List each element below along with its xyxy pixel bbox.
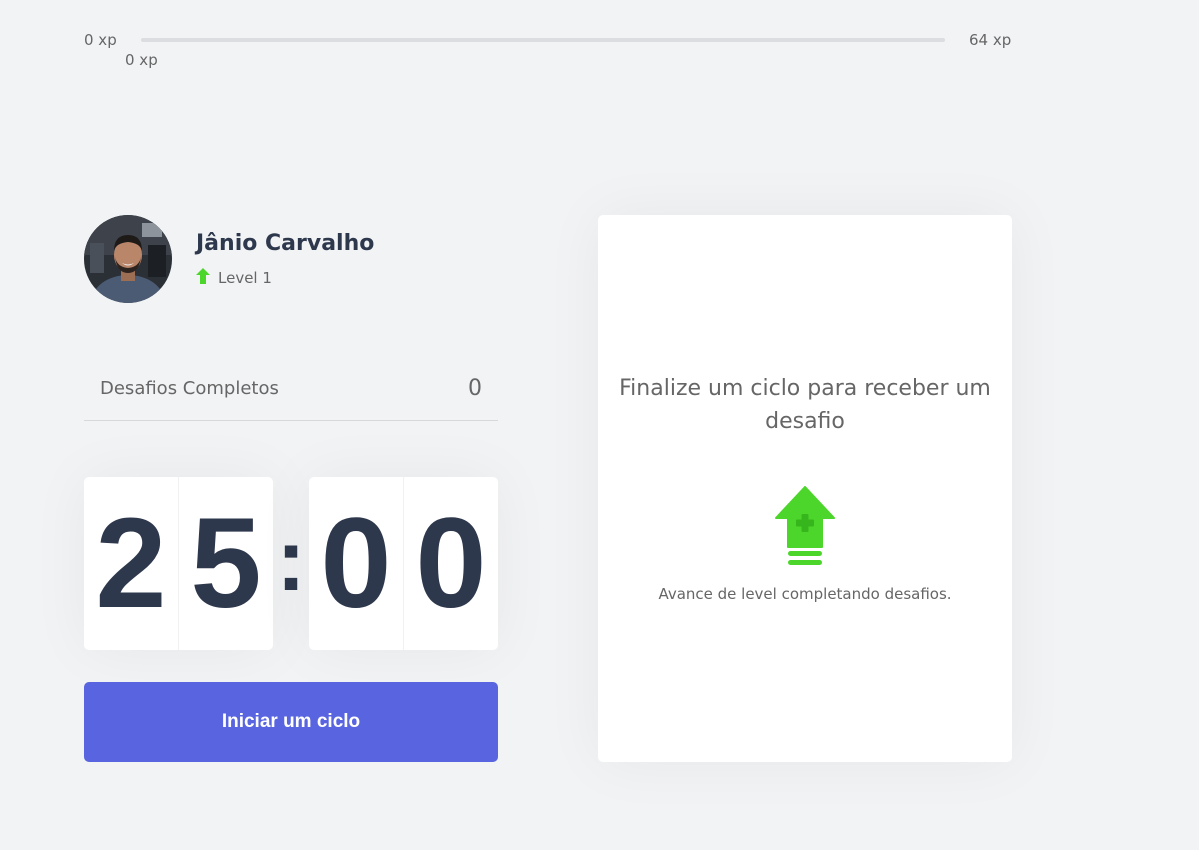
profile-level: Level 1 <box>218 269 272 287</box>
countdown-separator: : <box>276 509 306 609</box>
avatar <box>84 215 172 303</box>
completed-challenges-count: 0 <box>468 376 482 401</box>
current-xp-label: 0 xp <box>125 51 158 69</box>
xp-end-label: 64 xp <box>969 31 1012 49</box>
completed-challenges-label: Desafios Completos <box>100 378 279 399</box>
second-digit-right: 0 <box>415 491 487 635</box>
level-up-arrow-icon <box>196 268 210 284</box>
countdown-minutes: 2 5 <box>84 477 273 650</box>
countdown-seconds: 0 0 <box>309 477 498 650</box>
challenge-box-hint: Avance de level completando desafios. <box>658 585 952 603</box>
minute-digit-left: 2 <box>84 477 179 650</box>
level-up-icon <box>775 486 835 565</box>
minute-digit-right: 5 <box>190 491 262 635</box>
app-root: 0 xp 0 xp 64 xp Jânio Carvalho Level 1 D… <box>0 0 1199 850</box>
challenge-box-title: Finalize um ciclo para receber um desafi… <box>619 376 991 434</box>
experience-bar <box>141 38 945 42</box>
challenge-box: Finalize um ciclo para receber um desafi… <box>598 215 1012 762</box>
profile-name: Jânio Carvalho <box>196 231 375 256</box>
xp-start-label: 0 xp <box>84 31 117 49</box>
completed-challenges: Desafios Completos 0 <box>84 360 498 421</box>
start-cycle-button[interactable]: Iniciar um ciclo <box>84 682 498 762</box>
second-digit-left: 0 <box>309 477 404 650</box>
